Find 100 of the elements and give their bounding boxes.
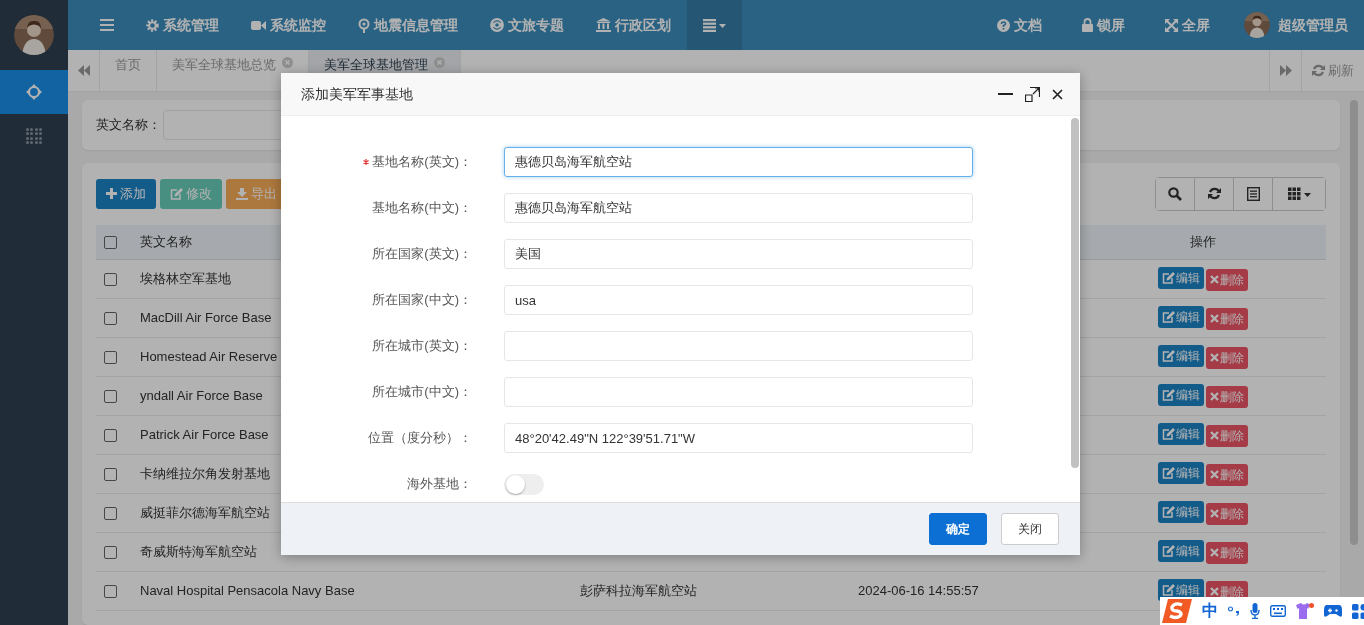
nav-action[interactable]: 锁屏 xyxy=(1062,0,1145,50)
help-icon xyxy=(997,18,1010,32)
grid-dots-icon xyxy=(25,127,43,145)
lock-icon xyxy=(1082,18,1093,32)
cross-icon xyxy=(1210,509,1219,519)
cross-icon xyxy=(1210,548,1219,558)
edit-button[interactable]: 编辑 xyxy=(1158,345,1204,368)
nav-menu-item[interactable]: 文旅专题 xyxy=(474,0,580,50)
maximize-icon xyxy=(1025,86,1040,102)
apps-icon xyxy=(1352,603,1364,619)
page-tab[interactable]: 首页 xyxy=(100,50,157,91)
edit-button[interactable]: 编辑 xyxy=(1158,267,1204,290)
input-field[interactable]: 美国 xyxy=(504,239,973,269)
edit-icon xyxy=(1162,506,1175,519)
double-left-icon xyxy=(77,65,90,76)
field-label: 所在城市(英文)： xyxy=(372,337,472,356)
close-button[interactable] xyxy=(1052,88,1063,100)
cross-icon xyxy=(1210,353,1219,363)
checkbox[interactable] xyxy=(104,468,117,482)
add-button[interactable]: 添加 xyxy=(96,178,156,209)
scrollbar[interactable] xyxy=(1350,100,1358,545)
nav-menu-item[interactable]: 行政区划 xyxy=(580,0,687,50)
nav-action[interactable]: 文档 xyxy=(977,0,1062,50)
edit-button[interactable]: 编辑 xyxy=(1158,306,1204,329)
user-menu[interactable]: 超级管理员 xyxy=(1230,0,1364,50)
keyboard-icon xyxy=(1270,605,1286,617)
gear-icon xyxy=(146,18,159,32)
edit-button[interactable]: 编辑 xyxy=(1158,501,1204,524)
checkbox[interactable] xyxy=(104,312,117,326)
cross-icon xyxy=(1210,431,1219,441)
gamepad-icon xyxy=(1324,604,1342,618)
checkbox[interactable] xyxy=(104,429,117,443)
input-field[interactable]: 惠德贝岛海军航空站 xyxy=(504,147,973,177)
input-field[interactable] xyxy=(504,377,973,407)
field-label: 所在城市(中文)： xyxy=(372,383,472,402)
maximize-button[interactable] xyxy=(1025,86,1040,102)
checkbox[interactable] xyxy=(104,507,117,521)
toggle-switch[interactable] xyxy=(504,473,544,495)
table-cell: MacDill Air Force Base xyxy=(140,310,272,326)
delete-button[interactable]: 删除 xyxy=(1206,424,1248,447)
checkbox[interactable] xyxy=(104,390,117,404)
edit-icon xyxy=(1162,428,1175,441)
menu-icon xyxy=(100,19,114,31)
life-ring-icon xyxy=(490,18,504,32)
grid-caret-icon xyxy=(1287,186,1311,201)
checkbox[interactable] xyxy=(104,273,117,287)
delete-button[interactable]: 删除 xyxy=(1206,541,1248,564)
fullscreen-icon xyxy=(1165,18,1178,32)
table-cell: Naval Hospital Pensacola Navy Base xyxy=(140,583,355,599)
edit-button[interactable]: 编辑 xyxy=(1158,423,1204,446)
table-cell: 埃格林空军基地 xyxy=(140,271,231,287)
double-right-icon xyxy=(1279,65,1292,76)
edit-icon xyxy=(1162,545,1175,558)
confirm-button[interactable]: 确定 xyxy=(929,513,987,545)
nav-action[interactable]: 全屏 xyxy=(1145,0,1230,50)
checkbox[interactable] xyxy=(104,351,117,365)
search-button[interactable] xyxy=(1156,177,1195,210)
video-camera-icon xyxy=(251,19,266,31)
edit-icon xyxy=(1162,389,1175,402)
delete-button[interactable]: 删除 xyxy=(1206,346,1248,369)
field-label: 所在国家(英文)： xyxy=(372,245,472,264)
checkbox[interactable] xyxy=(104,546,117,560)
edit-button[interactable]: 编辑 xyxy=(1158,462,1204,485)
cross-icon xyxy=(1210,470,1219,480)
input-field[interactable]: 48°20'42.49"N 122°39'51.71"W xyxy=(504,423,973,453)
close-button[interactable]: 关闭 xyxy=(1001,513,1059,545)
delete-button[interactable]: 删除 xyxy=(1206,268,1248,291)
delete-button[interactable]: 删除 xyxy=(1206,502,1248,525)
download-icon xyxy=(236,187,248,200)
move-icon xyxy=(26,84,42,100)
refresh-icon xyxy=(1312,64,1325,77)
nav-menu-item[interactable]: 系统监控 xyxy=(235,0,342,50)
input-field[interactable] xyxy=(504,331,973,361)
scrollbar[interactable] xyxy=(1071,118,1079,468)
field-label: 位置（度分秒）： xyxy=(368,429,472,448)
delete-button[interactable]: 删除 xyxy=(1206,463,1248,486)
nav-menu-button[interactable] xyxy=(687,0,742,50)
checkbox[interactable] xyxy=(104,585,117,599)
sidebar-item[interactable] xyxy=(0,70,68,114)
table-cell: Patrick Air Force Base xyxy=(140,427,269,443)
delete-button[interactable]: 删除 xyxy=(1206,307,1248,330)
cross-icon xyxy=(1210,275,1219,285)
nav-menu-item[interactable]: 系统管理 xyxy=(130,0,235,50)
list-icon xyxy=(1246,186,1260,201)
edit-button[interactable]: 编辑 xyxy=(1158,540,1204,563)
refresh-button[interactable]: 刷新 xyxy=(1301,50,1364,91)
field-label: 英文名称： xyxy=(96,116,161,134)
list-caret-icon xyxy=(703,18,726,32)
delete-button[interactable]: 删除 xyxy=(1206,385,1248,408)
field-label: 基地名称(中文)： xyxy=(372,199,472,218)
field-label: 海外基地： xyxy=(407,475,472,494)
input-field[interactable]: usa xyxy=(504,285,973,315)
checkbox[interactable] xyxy=(104,236,117,250)
edit-button[interactable]: 编辑 xyxy=(1158,384,1204,407)
input-field[interactable]: 惠德贝岛海军航空站 xyxy=(504,193,973,223)
microphone-icon xyxy=(1250,603,1260,619)
edit-icon xyxy=(1162,272,1175,285)
column-header: 英文名称 xyxy=(140,234,192,249)
table-cell: yndall Air Force Base xyxy=(140,388,263,404)
nav-menu-item[interactable]: 地震信息管理 xyxy=(342,0,474,50)
